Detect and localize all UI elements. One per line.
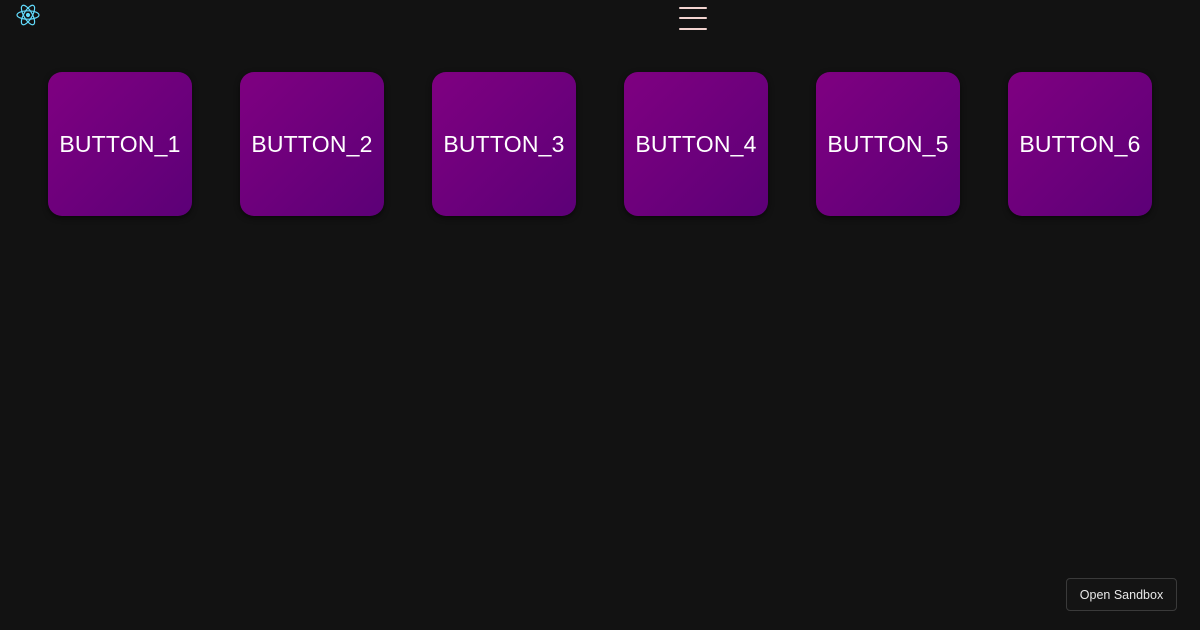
button-6-tile[interactable]: BUTTON_6 xyxy=(1008,72,1152,216)
menu-bar-bottom xyxy=(679,28,707,30)
button-2-tile[interactable]: BUTTON_2 xyxy=(240,72,384,216)
menu-bar-middle xyxy=(679,17,707,19)
hamburger-menu-icon[interactable] xyxy=(679,6,707,32)
app-page: BUTTON_1 BUTTON_2 BUTTON_3 BUTTON_4 BUTT… xyxy=(0,0,1200,630)
button-3-tile[interactable]: BUTTON_3 xyxy=(432,72,576,216)
button-1-tile[interactable]: BUTTON_1 xyxy=(48,72,192,216)
react-logo-icon xyxy=(15,2,41,28)
button-5-tile[interactable]: BUTTON_5 xyxy=(816,72,960,216)
menu-bar-top xyxy=(679,7,707,9)
button-4-tile[interactable]: BUTTON_4 xyxy=(624,72,768,216)
open-sandbox-button[interactable]: Open Sandbox xyxy=(1066,578,1177,611)
button-tile-row: BUTTON_1 BUTTON_2 BUTTON_3 BUTTON_4 BUTT… xyxy=(48,72,1152,216)
